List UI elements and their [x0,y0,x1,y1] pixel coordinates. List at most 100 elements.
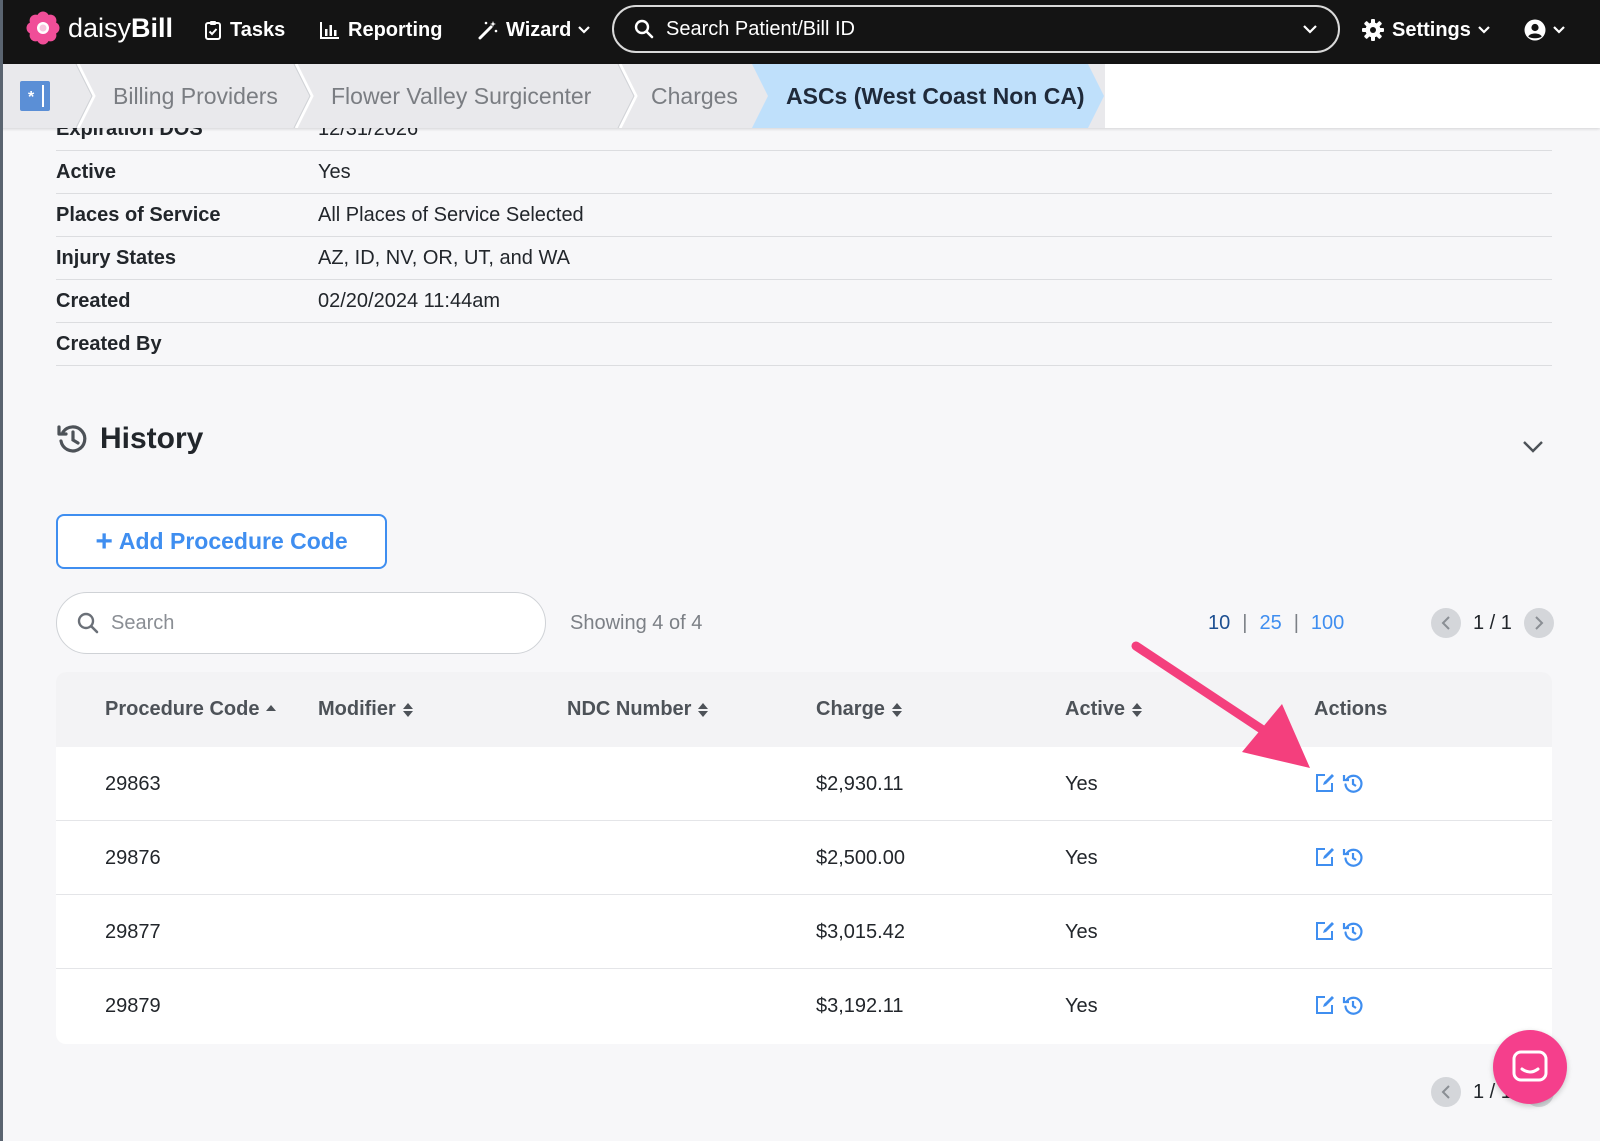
page-size-100[interactable]: 100 [1311,612,1344,635]
detail-row-created: Created 02/20/2024 11:44am [56,280,1552,323]
breadcrumb-flower-valley-surgicenter[interactable]: Flower Valley Surgicenter [331,64,591,128]
chevron-left-icon [1441,1085,1450,1099]
add-procedure-code-button[interactable]: + Add Procedure Code [56,514,387,569]
sort-icon [402,702,413,717]
page-size-separator: | [1293,612,1299,634]
nav-tasks-label: Tasks [230,18,286,41]
sort-icon [698,702,709,717]
chevron-down-icon [1553,26,1565,34]
detail-row-injury-states: Injury States AZ, ID, NV, OR, UT, and WA [56,237,1552,280]
column-header-procedure-code[interactable]: Procedure Code [105,672,277,747]
nav-reporting[interactable]: Reporting [320,12,442,48]
cell-active: Yes [1065,921,1098,943]
nav-wizard[interactable]: Wizard [478,12,599,48]
history-title: History [100,422,204,455]
cell-charge: $2,500.00 [816,847,905,869]
chevron-right-icon [1535,616,1544,630]
clipboard-check-icon [205,21,221,40]
flower-icon [26,11,60,45]
detail-value: All Places of Service Selected [318,203,584,226]
column-header-ndc-number[interactable]: NDC Number [567,672,709,747]
column-header-charge[interactable]: Charge [816,672,903,747]
cell-active: Yes [1065,995,1098,1017]
patient-search-placeholder: Search Patient/Bill ID [666,17,855,40]
row-actions [1314,994,1370,1016]
nav-wizard-label: Wizard [506,18,572,41]
page-size-separator: | [1242,612,1248,634]
nav-tasks[interactable]: Tasks [204,12,285,48]
patient-search-combobox[interactable]: Search Patient/Bill ID [612,5,1340,53]
chevron-down-icon [578,26,591,34]
column-header-label: Procedure Code [105,698,260,720]
gear-icon [1362,19,1384,41]
chat-icon [1512,1050,1548,1082]
chevron-down-icon[interactable] [1522,440,1544,454]
chevron-down-icon[interactable] [1302,24,1318,34]
showing-count: Showing 4 of 4 [570,612,703,634]
detail-label: Created [56,289,131,312]
detail-label: Created By [56,332,162,355]
page-size-25[interactable]: 25 [1259,612,1281,635]
magic-wand-icon [478,21,498,40]
brand-name: daisyBill [68,13,174,43]
annotation-arrow-icon [1131,641,1310,768]
detail-label: Active [56,160,117,183]
history-section-header[interactable]: History [56,422,203,456]
bar-chart-icon [320,22,339,39]
edit-icon[interactable] [1314,994,1336,1016]
table-row: 29877 $3,015.42 Yes [56,895,1552,969]
detail-row-created-by: Created By [56,323,1552,366]
breadcrumb: * Billing Providers Flower Valley Surgic… [0,64,1600,128]
search-icon [77,612,99,634]
history-icon[interactable] [1342,920,1364,942]
cell-charge: $2,930.11 [816,773,904,795]
prev-page-button[interactable] [1431,1077,1461,1107]
prev-page-button[interactable] [1431,608,1461,638]
user-menu[interactable] [1524,12,1574,48]
column-header-label: Modifier [318,698,396,720]
procedure-search [56,592,546,654]
breadcrumb-charges[interactable]: Charges [651,64,738,128]
column-header-label: NDC Number [567,698,692,720]
edit-icon[interactable] [1314,920,1336,942]
top-navbar: daisyBill Tasks Reporting Wizard Search … [0,0,1600,64]
window-edge [0,0,3,1141]
cell-active: Yes [1065,847,1098,869]
history-icon[interactable] [1342,772,1364,794]
chevron-left-icon [1441,616,1450,630]
sort-icon [891,702,902,717]
cell-procedure-code: 29877 [105,921,161,943]
next-page-button[interactable] [1523,608,1554,638]
sort-asc-icon [266,704,277,711]
page-size-10[interactable]: 10 [1208,612,1230,635]
edit-icon[interactable] [1314,846,1336,868]
history-icon [57,425,87,453]
detail-label: Places of Service [56,203,221,226]
cell-active: Yes [1065,773,1098,795]
breadcrumb-billing-providers[interactable]: Billing Providers [113,64,278,128]
column-header-label: Active [1065,698,1126,720]
brand-logo[interactable]: daisyBill [26,10,173,46]
page-size-selector: 10 | 25 | 100 [1208,612,1344,635]
nav-settings[interactable]: Settings [1362,12,1499,48]
edit-icon[interactable] [1314,772,1336,794]
cell-procedure-code: 29876 [105,847,161,869]
search-icon [634,19,654,39]
home-crumb-icon[interactable]: * [20,81,50,111]
detail-row-active: Active Yes [56,151,1552,194]
chat-launcher-button[interactable] [1493,1030,1567,1104]
svg-text:*: * [28,89,35,106]
column-header-modifier[interactable]: Modifier [318,672,414,747]
user-circle-icon [1524,19,1546,41]
cell-procedure-code: 29879 [105,995,161,1017]
history-icon[interactable] [1342,846,1364,868]
add-procedure-code-label: Add Procedure Code [118,528,348,554]
detail-value: AZ, ID, NV, OR, UT, and WA [318,246,570,269]
history-icon[interactable] [1342,994,1364,1016]
row-actions [1314,772,1370,794]
procedure-search-input[interactable] [111,611,491,635]
detail-label: Injury States [56,246,177,269]
column-header-label: Charge [816,698,885,720]
plus-icon: + [95,524,113,558]
row-actions [1314,846,1370,868]
